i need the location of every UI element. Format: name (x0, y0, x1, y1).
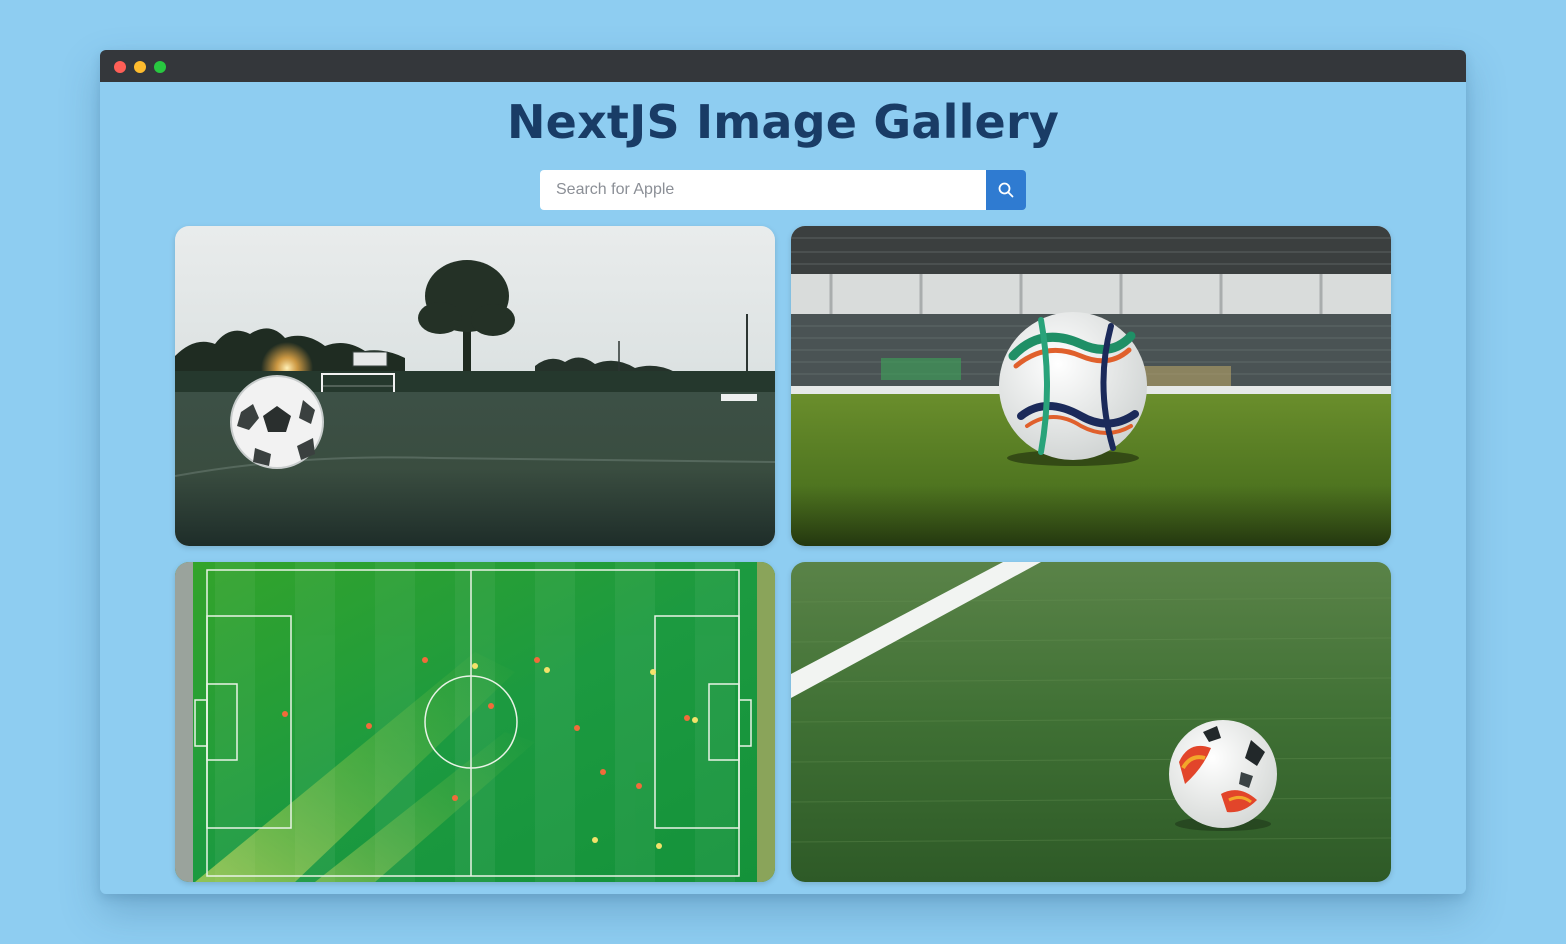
close-window-button[interactable] (114, 61, 126, 73)
gallery-image-3[interactable] (175, 562, 775, 882)
minimize-window-button[interactable] (134, 61, 146, 73)
page-title: NextJS Image Gallery (506, 95, 1060, 149)
gallery-image-4[interactable] (791, 562, 1391, 882)
browser-window: NextJS Image Gallery (100, 50, 1466, 894)
gallery-image-2[interactable] (791, 226, 1391, 546)
search-button[interactable] (986, 170, 1026, 210)
search-icon (986, 182, 1026, 198)
soccer-field-sunset-image (175, 226, 775, 546)
stadium-soccer-ball-image (791, 226, 1391, 546)
maximize-window-button[interactable] (154, 61, 166, 73)
search-form (540, 170, 1026, 210)
gallery-image-1[interactable] (175, 226, 775, 546)
search-input[interactable] (540, 170, 986, 210)
window-titlebar (100, 50, 1466, 82)
aerial-soccer-pitch-image (175, 562, 775, 882)
turf-soccer-ball-image (791, 562, 1391, 882)
